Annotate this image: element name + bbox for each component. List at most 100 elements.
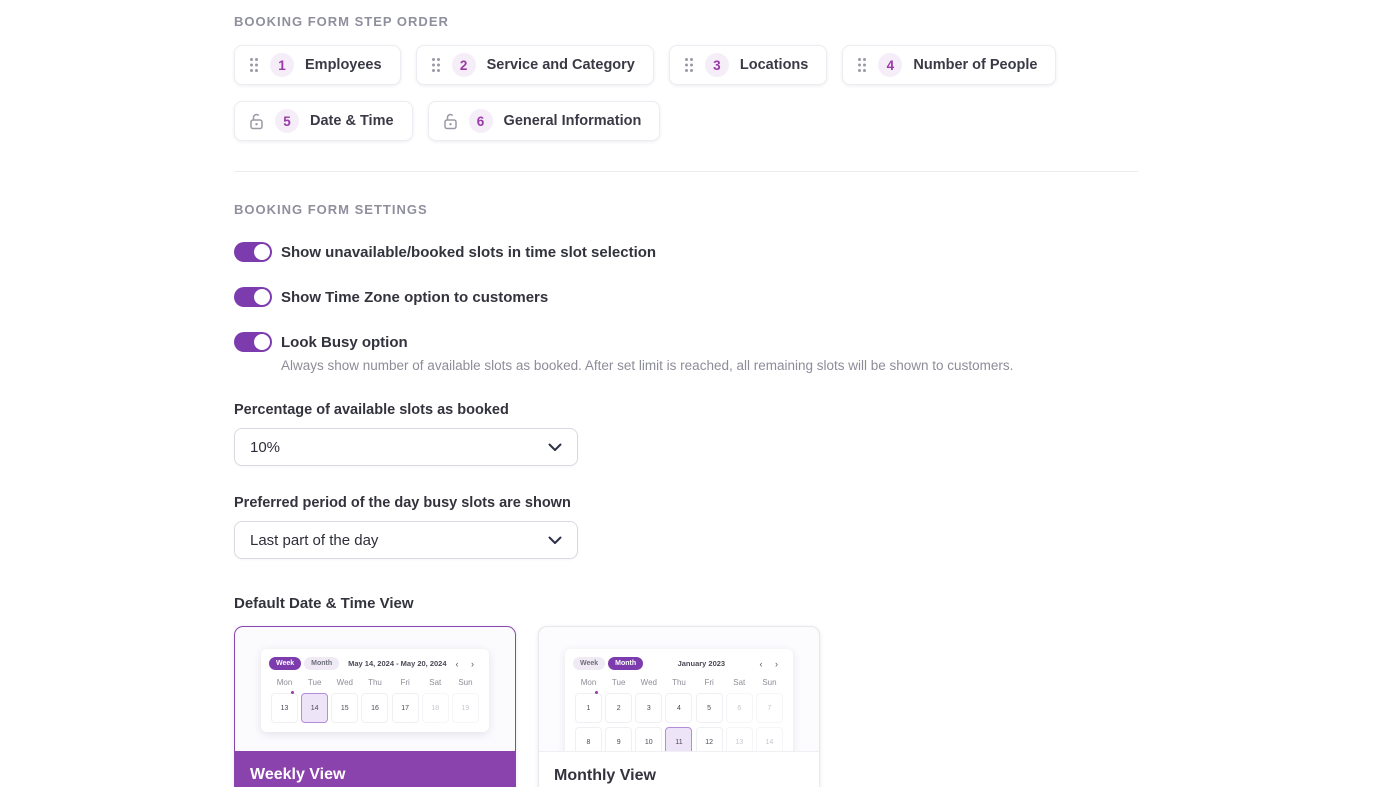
month-week-1: 1 2 3 4 5 6 7 xyxy=(573,691,785,723)
lock-icon xyxy=(249,113,264,130)
day-name: Thu xyxy=(368,678,382,687)
toggle-row-look-busy: Look Busy option xyxy=(234,332,1144,352)
week-days-row: 13 14 15 16 17 18 19 xyxy=(269,691,481,723)
section-divider xyxy=(234,171,1138,172)
toggle-label: Look Busy option xyxy=(281,333,408,351)
calendar-nav-icons: ‹ › xyxy=(455,658,479,669)
day-cell-selected: 14 xyxy=(301,693,329,723)
step-chip-locations[interactable]: 3 Locations xyxy=(668,45,828,85)
drag-handle-icon[interactable] xyxy=(249,57,259,73)
view-cards: Week Month May 14, 2024 - May 20, 2024 ‹… xyxy=(234,626,1144,787)
day-names-row: Mon Tue Wed Thu Fri Sat Sun xyxy=(573,678,785,687)
step-chip-date-time[interactable]: 5 Date & Time xyxy=(234,101,413,141)
percentage-select[interactable]: 10% xyxy=(234,428,578,466)
drag-handle-icon[interactable] xyxy=(684,57,694,73)
day-cell: 9 xyxy=(605,727,633,751)
look-busy-toggle[interactable] xyxy=(234,332,272,352)
toggle-row-time-zone: Show Time Zone option to customers xyxy=(234,287,1144,307)
day-cell: 16 xyxy=(361,693,389,723)
day-name: Sat xyxy=(733,678,746,687)
day-cell: 6 xyxy=(725,693,753,723)
step-chip-employees[interactable]: 1 Employees xyxy=(234,45,401,85)
day-name: Wed xyxy=(336,678,353,687)
toggle-knob xyxy=(254,289,270,305)
day-cell: 8 xyxy=(575,727,602,751)
day-cell: 15 xyxy=(331,693,359,723)
step-label: Service and Category xyxy=(486,57,635,73)
toggle-knob xyxy=(254,244,270,260)
step-label: Locations xyxy=(739,57,809,73)
toggle-label: Show Time Zone option to customers xyxy=(281,288,549,306)
step-label: Number of People xyxy=(913,57,1038,73)
look-busy-description: Always show number of available slots as… xyxy=(281,358,1014,373)
day-name: Sun xyxy=(762,678,777,687)
show-unavailable-slots-toggle[interactable] xyxy=(234,242,272,262)
day-cell: 2 xyxy=(605,693,633,723)
preferred-period-field: Preferred period of the day busy slots a… xyxy=(234,495,1144,559)
drag-handle-icon[interactable] xyxy=(857,57,867,73)
day-cell: 4 xyxy=(665,693,693,723)
drag-handle-icon[interactable] xyxy=(431,57,441,73)
monthly-preview: Week Month January 2023 ‹ › Mon Tue Wed … xyxy=(539,627,819,751)
preferred-period-select-value: Last part of the day xyxy=(250,531,379,549)
step-chip-row-2: 5 Date & Time 6 General Information xyxy=(234,101,1144,141)
step-label: General Information xyxy=(503,113,642,129)
step-number: 6 xyxy=(468,109,493,133)
toggle-label: Show unavailable/booked slots in time sl… xyxy=(281,243,657,261)
weekly-mini-calendar: Week Month May 14, 2024 - May 20, 2024 ‹… xyxy=(261,649,489,732)
chevron-down-icon xyxy=(548,536,562,545)
week-pill: Week xyxy=(269,657,302,670)
preferred-period-field-label: Preferred period of the day busy slots a… xyxy=(234,495,571,511)
step-label: Date & Time xyxy=(310,113,394,129)
day-cell: 10 xyxy=(635,727,663,751)
monthly-mini-calendar: Week Month January 2023 ‹ › Mon Tue Wed … xyxy=(565,649,793,751)
day-cell: 1 xyxy=(575,691,602,723)
day-name: Tue xyxy=(307,678,322,687)
date-range-label: May 14, 2024 - May 20, 2024 xyxy=(348,659,447,668)
toggle-row-unavailable-slots: Show unavailable/booked slots in time sl… xyxy=(234,242,1144,262)
month-pill: Month xyxy=(304,657,340,670)
day-cell: 13 xyxy=(271,691,298,723)
booking-settings-page: BOOKING FORM STEP ORDER 1 Employees 2 Se… xyxy=(234,0,1144,787)
toggle-knob xyxy=(254,334,270,350)
day-name: Tue xyxy=(611,678,626,687)
day-name: Thu xyxy=(672,678,686,687)
settings-heading: BOOKING FORM SETTINGS xyxy=(234,202,428,217)
day-cell: 17 xyxy=(391,693,419,723)
step-chip-general-information[interactable]: 6 General Information xyxy=(427,101,661,141)
percentage-field-label: Percentage of available slots as booked xyxy=(234,402,509,418)
step-number: 5 xyxy=(275,109,299,133)
day-cell: 7 xyxy=(755,693,783,723)
percentage-field: Percentage of available slots as booked … xyxy=(234,402,1144,466)
calendar-nav-icons: ‹ › xyxy=(759,658,783,669)
step-chip-number-of-people[interactable]: 4 Number of People xyxy=(842,45,1057,85)
step-label: Employees xyxy=(305,57,382,73)
week-pill: Week xyxy=(573,657,606,670)
weekly-view-title: Weekly View xyxy=(235,751,515,787)
percentage-select-value: 10% xyxy=(250,438,281,456)
day-cell: 13 xyxy=(725,727,753,751)
step-chip-service-and-category[interactable]: 2 Service and Category xyxy=(415,45,654,85)
monthly-view-card[interactable]: Week Month January 2023 ‹ › Mon Tue Wed … xyxy=(538,626,820,787)
day-cell: 18 xyxy=(421,693,449,723)
step-number: 4 xyxy=(878,53,903,77)
day-cell: 12 xyxy=(695,727,723,751)
step-chip-row-1: 1 Employees 2 Service and Category 3 Loc… xyxy=(234,45,1144,85)
day-cell: 3 xyxy=(635,693,663,723)
weekly-view-card[interactable]: Week Month May 14, 2024 - May 20, 2024 ‹… xyxy=(234,626,516,787)
step-number: 2 xyxy=(451,53,476,77)
day-names-row: Mon Tue Wed Thu Fri Sat Sun xyxy=(269,678,481,687)
day-name: Sun xyxy=(458,678,473,687)
chevron-down-icon xyxy=(548,443,562,452)
day-name: Mon xyxy=(276,678,293,687)
step-order-heading: BOOKING FORM STEP ORDER xyxy=(234,14,449,29)
weekly-preview: Week Month May 14, 2024 - May 20, 2024 ‹… xyxy=(235,627,515,751)
day-name: Sat xyxy=(429,678,442,687)
day-name: Fri xyxy=(400,678,410,687)
month-week-2: 8 9 10 11 12 13 14 xyxy=(573,727,785,751)
lock-icon xyxy=(443,113,458,130)
day-cell: 14 xyxy=(755,727,783,751)
show-time-zone-toggle[interactable] xyxy=(234,287,272,307)
preferred-period-select[interactable]: Last part of the day xyxy=(234,521,578,559)
month-title: January 2023 xyxy=(677,659,726,668)
